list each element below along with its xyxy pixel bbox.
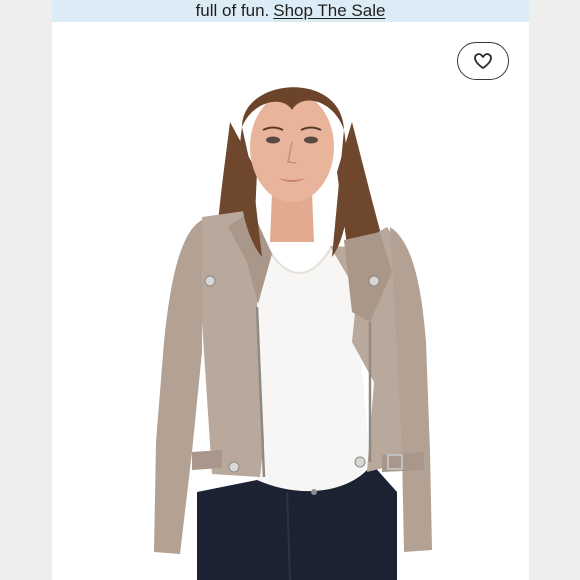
product-photo[interactable] [52,22,529,580]
shop-sale-link[interactable]: Shop The Sale [273,1,385,20]
promo-banner: full of fun. Shop The Sale [52,0,529,22]
promo-lead-text: full of fun. [195,1,270,20]
heart-icon [474,53,492,69]
like-button[interactable] [457,42,509,80]
listing-screen: full of fun. Shop The Sale [0,0,580,580]
product-image-card[interactable] [52,22,529,580]
